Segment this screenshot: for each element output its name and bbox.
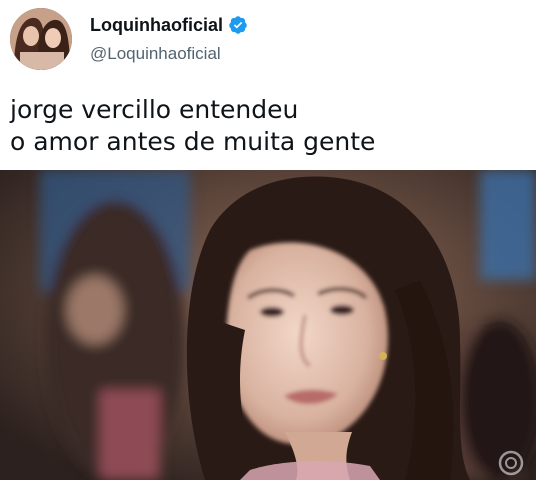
handle[interactable]: @Loquinhaoficial <box>90 44 221 64</box>
verified-badge-icon <box>228 15 248 35</box>
video-frame-illustration <box>0 170 536 480</box>
tweet-text-line-1: jorge vercillo entendeu <box>10 95 299 124</box>
name-row: Loquinhaoficial <box>90 13 248 37</box>
tweet-media-image[interactable] <box>0 170 536 480</box>
tweet-text-line-2: o amor antes de muita gente <box>10 127 376 156</box>
tweet-text: jorge vercillo entendeu o amor antes de … <box>10 94 526 158</box>
tweet-header: Loquinhaoficial @Loquinhaoficial <box>0 0 536 90</box>
avatar[interactable] <box>10 8 72 70</box>
display-name[interactable]: Loquinhaoficial <box>90 15 223 36</box>
avatar-image <box>10 8 72 70</box>
